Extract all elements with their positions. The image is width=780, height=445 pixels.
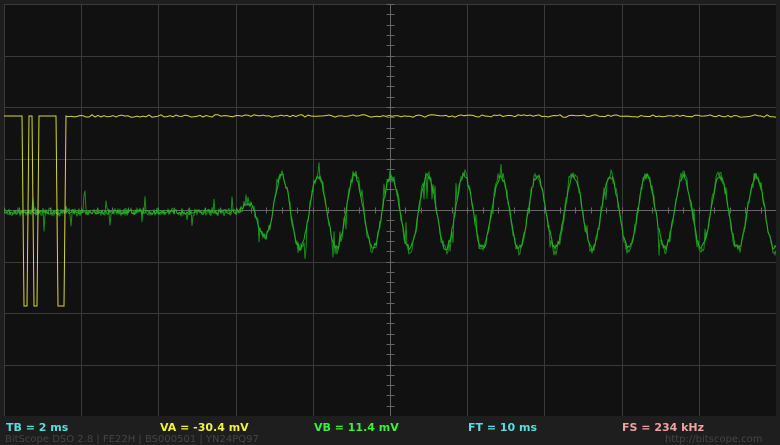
frame-time-readout: FT = 10 ms — [468, 421, 538, 434]
oscilloscope-display[interactable] — [4, 4, 776, 416]
sample-rate-readout: FS = 234 kHz — [622, 421, 705, 434]
device-info-label: BitScope DSO 2.8 | FE22H | BS000501 | YN… — [5, 434, 259, 445]
channel-a-voltage-readout: VA = -30.4 mV — [160, 421, 249, 434]
website-link[interactable]: http://bitscope.com — [665, 434, 763, 445]
scope-canvas — [4, 4, 776, 416]
timebase-readout: TB = 2 ms — [6, 421, 69, 434]
bitscope-dso-window: TB = 2 ms VA = -30.4 mV VB = 11.4 mV FT … — [0, 0, 780, 445]
channel-b-voltage-readout: VB = 11.4 mV — [314, 421, 399, 434]
status-bar: TB = 2 ms VA = -30.4 mV VB = 11.4 mV FT … — [0, 418, 780, 445]
